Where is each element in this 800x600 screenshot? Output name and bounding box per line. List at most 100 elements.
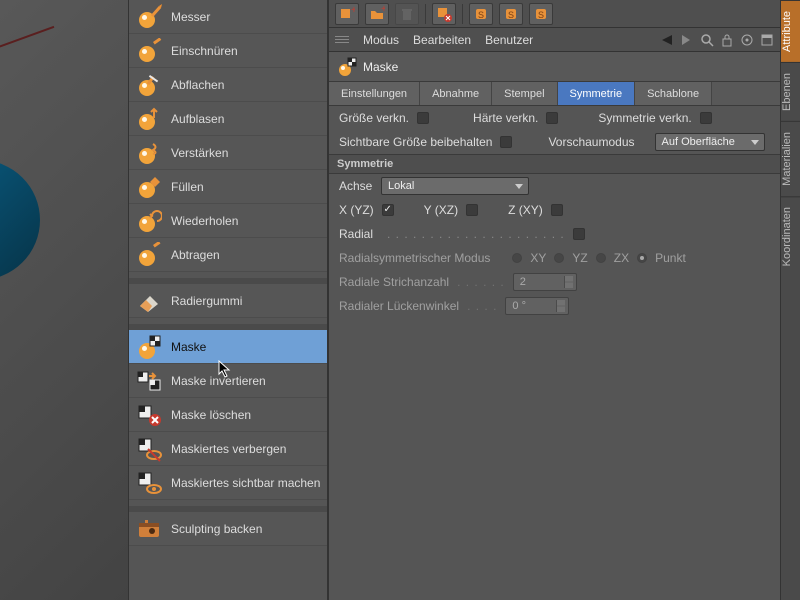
- brush-ball-icon: [135, 71, 163, 99]
- tool-group-bake: Sculpting backen: [129, 512, 327, 546]
- tool-fuellen[interactable]: Füllen: [129, 170, 327, 204]
- attr-menubar: Modus Bearbeiten Benutzer: [329, 28, 780, 52]
- axis-value: Lokal: [388, 180, 414, 192]
- tool-label: Messer: [171, 10, 210, 24]
- tool-maske[interactable]: Maske: [129, 330, 327, 364]
- tool-label: Abtragen: [171, 248, 220, 262]
- tool-palette: Messer Einschnüren Abflachen Aufblasen V…: [128, 0, 328, 600]
- scene-button-2[interactable]: S: [499, 3, 523, 25]
- menu-bearbeiten[interactable]: Bearbeiten: [413, 33, 471, 47]
- radial-count-value: 2: [520, 276, 526, 288]
- nav-fwd-icon[interactable]: [680, 33, 694, 47]
- mask-hide-icon: [135, 435, 163, 463]
- tool-sculpting-backen[interactable]: Sculpting backen: [129, 512, 327, 546]
- tool-maske-invertieren[interactable]: Maske invertieren: [129, 364, 327, 398]
- tool-messer[interactable]: Messer: [129, 0, 327, 34]
- tool-radiergummi[interactable]: Radiergummi: [129, 284, 327, 318]
- radial-label: Radial: [339, 227, 379, 241]
- sidetab-ebenen[interactable]: Ebenen: [781, 62, 800, 121]
- keep-size-checkbox[interactable]: [500, 136, 512, 148]
- tag-copy-button[interactable]: [432, 3, 456, 25]
- link-hardness-label: Härte verkn.: [473, 111, 538, 125]
- nav-back-icon[interactable]: [660, 33, 674, 47]
- tab-einstellungen[interactable]: Einstellungen: [329, 82, 420, 105]
- tab-stempel[interactable]: Stempel: [492, 82, 557, 105]
- radmode-xy-label: XY: [530, 251, 546, 265]
- scene-button-1[interactable]: S: [469, 3, 493, 25]
- eraser-icon: [135, 287, 163, 315]
- tool-verstaerken[interactable]: Verstärken: [129, 136, 327, 170]
- tool-label: Abflachen: [171, 78, 224, 92]
- dots: . . . . . . . . . . . . . . . . . . . . …: [387, 227, 565, 241]
- object-header: Maske: [329, 52, 780, 82]
- plane-x-checkbox[interactable]: [382, 204, 394, 216]
- sidetab-materialien[interactable]: Materialien: [781, 121, 800, 196]
- attr-tabs: Einstellungen Abnahme Stempel Symmetrie …: [329, 82, 780, 106]
- brush-ball-icon: [135, 241, 163, 269]
- preview-mode-value: Auf Oberfläche: [662, 136, 735, 148]
- tool-abflachen[interactable]: Abflachen: [129, 68, 327, 102]
- radmode-yz-label: YZ: [572, 251, 587, 265]
- preview-mode-select[interactable]: Auf Oberfläche: [655, 133, 765, 151]
- sidetab-koordinaten[interactable]: Koordinaten: [781, 196, 800, 276]
- radial-count-row: Radiale Strichanzahl . . . . . . 2: [329, 270, 780, 294]
- radmode-xy-radio: [512, 253, 522, 263]
- scene-button-3[interactable]: S: [529, 3, 553, 25]
- keep-row: Sichtbare Größe beibehalten Vorschaumodu…: [329, 130, 780, 154]
- tool-maskiertes-verbergen[interactable]: Maskiertes verbergen: [129, 432, 327, 466]
- radial-count-label: Radiale Strichanzahl: [339, 275, 449, 289]
- tool-label: Verstärken: [171, 146, 228, 160]
- new-tag-button[interactable]: +: [335, 3, 359, 25]
- new-folder-button[interactable]: +: [365, 3, 389, 25]
- svg-text:S: S: [478, 10, 484, 20]
- tab-symmetrie[interactable]: Symmetrie: [558, 82, 636, 105]
- target-icon[interactable]: [740, 33, 754, 47]
- tool-group-sculpt: Messer Einschnüren Abflachen Aufblasen V…: [129, 0, 327, 272]
- radmode-yz-radio: [554, 253, 564, 263]
- menu-benutzer[interactable]: Benutzer: [485, 33, 533, 47]
- radial-gap-row: Radialer Lückenwinkel . . . . 0 °: [329, 294, 780, 318]
- tool-label: Füllen: [171, 180, 204, 194]
- dock-icon[interactable]: [760, 33, 774, 47]
- tool-aufblasen[interactable]: Aufblasen: [129, 102, 327, 136]
- sidetab-attribute[interactable]: Attribute: [781, 0, 800, 62]
- lock-icon[interactable]: [720, 33, 734, 47]
- tool-maske-loeschen[interactable]: Maske löschen: [129, 398, 327, 432]
- tool-label: Sculpting backen: [171, 522, 262, 536]
- radmode-punkt-label: Punkt: [655, 251, 686, 265]
- link-sym-label: Symmetrie verkn.: [598, 111, 691, 125]
- tool-maskiertes-sichtbar[interactable]: Maskiertes sichtbar machen: [129, 466, 327, 500]
- link-sym-checkbox[interactable]: [700, 112, 712, 124]
- axis-label: Achse: [339, 179, 373, 193]
- radmode-punkt-radio: [637, 253, 647, 263]
- preview-mode-label: Vorschaumodus: [548, 135, 634, 149]
- dots: . . . .: [467, 299, 497, 313]
- symmetry-header: Symmetrie: [329, 154, 780, 174]
- plane-z-checkbox[interactable]: [551, 204, 563, 216]
- tab-schablone[interactable]: Schablone: [635, 82, 712, 105]
- radial-checkbox[interactable]: [573, 228, 585, 240]
- search-icon[interactable]: [700, 33, 714, 47]
- tool-wiederholen[interactable]: Wiederholen: [129, 204, 327, 238]
- plane-y-checkbox[interactable]: [466, 204, 478, 216]
- link-hardness-checkbox[interactable]: [546, 112, 558, 124]
- svg-text:S: S: [538, 10, 544, 20]
- tab-abnahme[interactable]: Abnahme: [420, 82, 492, 105]
- brush-ball-icon: [135, 207, 163, 235]
- radmode-zx-radio: [596, 253, 606, 263]
- menu-modus[interactable]: Modus: [363, 33, 399, 47]
- axis-select[interactable]: Lokal: [381, 177, 529, 195]
- side-tabs: Attribute Ebenen Materialien Koordinaten: [780, 0, 800, 600]
- viewport-3d[interactable]: [0, 0, 128, 600]
- brush-ball-icon: [135, 139, 163, 167]
- radial-gap-label: Radialer Lückenwinkel: [339, 299, 459, 313]
- radial-row: Radial . . . . . . . . . . . . . . . . .…: [329, 222, 780, 246]
- tool-label: Radiergummi: [171, 294, 242, 308]
- tool-abtragen[interactable]: Abtragen: [129, 238, 327, 272]
- tool-einschnueren[interactable]: Einschnüren: [129, 34, 327, 68]
- grip-icon[interactable]: [335, 36, 349, 43]
- tool-group-mask: Maske Maske invertieren Maske löschen Ma…: [129, 330, 327, 500]
- link-size-checkbox[interactable]: [417, 112, 429, 124]
- tool-label: Aufblasen: [171, 112, 224, 126]
- tool-label: Maske löschen: [171, 408, 251, 422]
